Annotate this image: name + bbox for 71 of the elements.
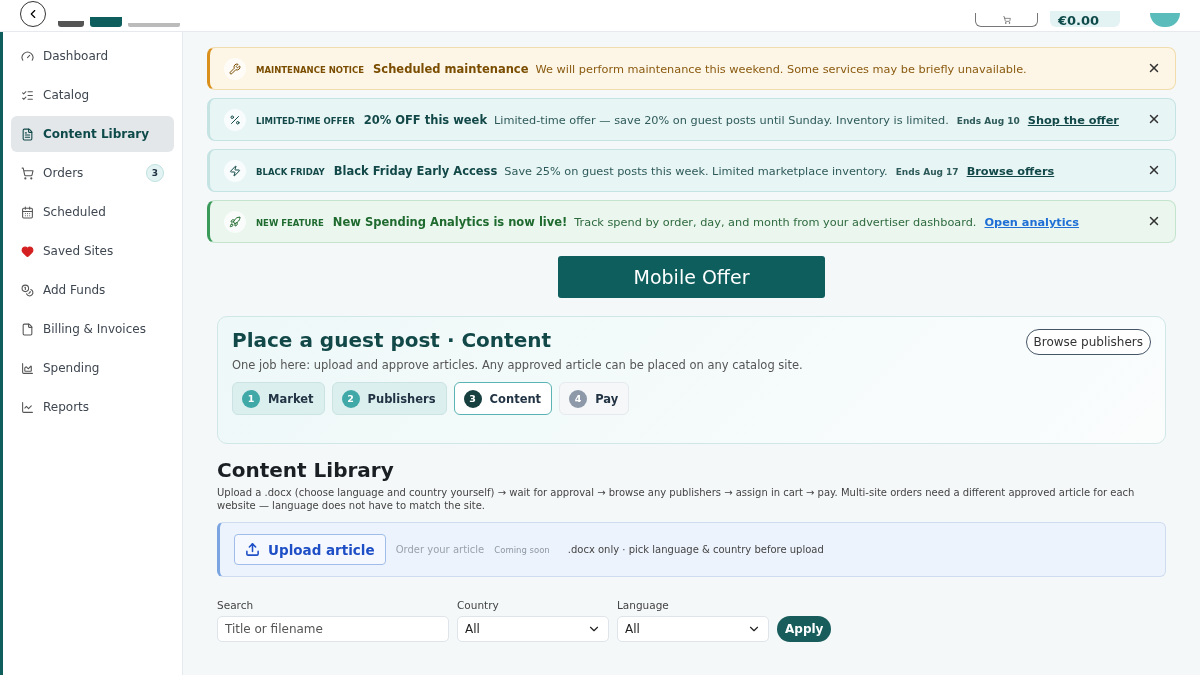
apply-button[interactable]: Apply	[777, 616, 832, 642]
balance-display: €0.00	[1050, 11, 1120, 27]
notice-title: 20% OFF this week	[363, 112, 488, 129]
calendar-icon	[21, 205, 34, 219]
sidebar-item[interactable]: Scheduled	[11, 194, 174, 230]
wrench-icon	[229, 63, 241, 75]
sidebar-item[interactable]: Orders 3	[11, 155, 174, 191]
sidebar-item[interactable]: Catalog	[11, 77, 174, 113]
notice-tag: LIMITED-TIME OFFER	[256, 112, 355, 130]
cart-icon	[1002, 16, 1011, 24]
percent-icon	[229, 114, 241, 126]
sidebar-item[interactable]: Spending	[11, 350, 174, 386]
heart-icon	[21, 244, 34, 258]
notice-title: Scheduled maintenance	[373, 61, 529, 78]
sidebar-item[interactable]: Reports	[11, 389, 174, 425]
sidebar-item[interactable]: Add Funds	[11, 272, 174, 308]
browse-publishers-button[interactable]: Browse publishers	[1025, 329, 1151, 355]
section-description: Upload a .docx (choose language and country yourself) → wait for approval → browse any publishers → assign in cart → pay. Multi-site orders need a different approved article for each website — language does not have to match the site.	[217, 486, 1136, 512]
field-label: Language	[617, 599, 670, 611]
notice-tag: MAINTENANCE NOTICE	[256, 61, 365, 79]
notice-link[interactable]: Shop the offer	[1027, 112, 1119, 130]
notice-text: Track spend by order, day, and month from your advertiser dashboard.	[574, 215, 977, 231]
rocket-icon	[229, 216, 241, 228]
upload-hint: .docx only · pick language & country before upload	[567, 544, 824, 555]
sidebar-item[interactable]: Dashboard	[11, 38, 174, 74]
file-icon	[21, 322, 34, 336]
coins-icon	[21, 283, 34, 297]
end-date: Ends Aug 17	[895, 166, 959, 179]
mobile-offer-button[interactable]: Mobile Offer	[558, 256, 825, 298]
search-field[interactable]: Title or filename	[217, 616, 449, 642]
close-button[interactable]	[1147, 214, 1161, 228]
notice-title: Black Friday Early Access	[333, 163, 498, 180]
notice-tag: BLACK FRIDAY	[256, 163, 325, 181]
coming-soon-label: Coming soon	[494, 544, 550, 555]
area-chart-icon	[21, 361, 34, 375]
notice-tag: NEW FEATURE	[256, 214, 324, 232]
step-tab[interactable]: 3 Content	[453, 382, 553, 415]
cart-button[interactable]	[975, 13, 1038, 27]
document-icon	[21, 127, 34, 141]
lightning-icon	[229, 165, 241, 177]
card-title: Place a guest post · Content	[232, 328, 552, 352]
country-select[interactable]: All	[457, 616, 609, 642]
notice-text: We will perform maintenance this weekend. Some services may be briefly unavailable.	[535, 62, 1027, 78]
step-tab[interactable]: 2 Publishers	[331, 382, 447, 415]
field-label: Country	[457, 599, 500, 611]
notice-link[interactable]: Open analytics	[984, 214, 1079, 232]
cart-icon	[21, 166, 34, 180]
notice-text: Limited-time offer — save 20% on guest posts until Sunday. Inventory is limited.	[494, 113, 949, 129]
close-button[interactable]	[1147, 61, 1161, 75]
card-subtitle: One job here: upload and approve articles. Any approved article can be placed on any catalog site.	[232, 358, 804, 372]
upload-button[interactable]: Upload article	[234, 534, 386, 565]
section-title: Content Library	[217, 458, 395, 482]
upload-icon	[245, 542, 260, 557]
notice-title: New Spending Analytics is now live!	[332, 214, 568, 231]
gauge-icon	[21, 49, 34, 63]
notice-text: Save 25% on guest posts this week. Limited marketplace inventory.	[504, 164, 888, 180]
back-button[interactable]	[20, 1, 46, 27]
step-tab[interactable]: 4 Pay	[559, 382, 630, 415]
sidebar-item[interactable]: Content Library	[11, 116, 174, 152]
count-badge: 3	[146, 164, 164, 182]
close-button[interactable]	[1147, 112, 1161, 126]
sidebar-item[interactable]: Billing & Invoices	[11, 311, 174, 347]
end-date: Ends Aug 10	[956, 115, 1020, 128]
field-label: Search	[217, 599, 255, 611]
list-icon	[21, 88, 34, 102]
close-button[interactable]	[1147, 163, 1161, 177]
line-chart-icon	[21, 400, 34, 414]
notice-link[interactable]: Browse offers	[966, 163, 1055, 181]
language-select[interactable]: All	[617, 616, 769, 642]
step-tab[interactable]: 1 Market	[232, 382, 325, 415]
sidebar-item[interactable]: Saved Sites	[11, 233, 174, 269]
